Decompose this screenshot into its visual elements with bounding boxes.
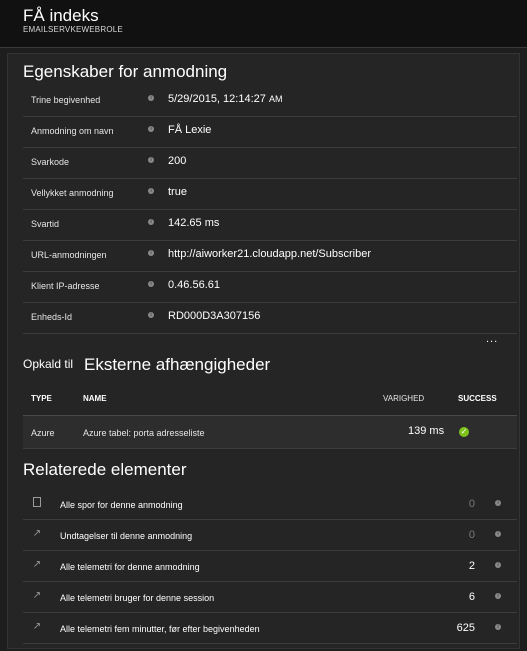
info-icon[interactable]: i [148,188,154,194]
property-label: Vellykket anmodning [31,188,114,198]
related-item-label: Alle spor for denne anmodning [60,500,183,510]
property-value: 0.46.56.61 [168,279,220,291]
info-icon[interactable]: i [148,157,154,163]
related-item-count: 0 [468,529,475,541]
property-label: Enheds-Id [31,312,73,322]
property-label: Svartid [31,219,60,229]
arrow-icon: ↗ [32,621,42,632]
column-header-type[interactable]: TYPE [31,394,52,403]
more-options-button[interactable]: ... [486,333,498,345]
related-item-count: 6 [468,591,475,603]
related-items-title: Relaterede elementer [23,460,187,479]
related-item-telemetry-session[interactable]: ↗ Alle telemetri bruger for denne sessio… [23,582,517,613]
property-label: Klient IP-adresse [31,281,100,291]
info-icon[interactable]: i [495,593,501,599]
related-item-traces[interactable]: Alle spor for denne anmodning 0 i [23,489,517,520]
dependency-type: Azure [31,428,55,438]
dependencies-title: Eksterne afhængigheder [84,355,271,374]
info-icon[interactable]: i [148,95,154,101]
info-icon[interactable]: i [148,126,154,132]
properties-title: Egenskaber for anmodning [23,62,228,81]
dependencies-table-header: TYPE NAME VARIGHED SUCCESS [23,385,517,416]
property-label: URL-anmodningen [31,250,107,260]
property-row-event-time: Trine begivenhed i 5/29/2015, 12:14:27 A… [23,86,517,117]
property-value[interactable]: http://aiworker21.cloudapp.net/Subscribe… [168,248,371,260]
info-icon[interactable]: i [148,281,154,287]
dependencies-prefix: Opkald til [23,357,74,371]
property-row-url: URL-anmodningen i http://aiworker21.clou… [23,241,517,272]
property-value: 142.65 ms [168,217,220,229]
info-icon[interactable]: i [148,250,154,256]
property-row-device-id: Enheds-Id i RD000D3A307156 [23,303,517,334]
arrow-icon: ↗ [32,559,42,570]
info-icon[interactable]: i [495,562,501,568]
page-title: FÅ indeks [23,6,99,25]
related-item-count: 625 [456,622,475,634]
column-header-duration[interactable]: VARIGHED [383,394,424,403]
related-item-count: 2 [468,560,475,572]
document-icon [31,497,43,509]
property-label: Svarkode [31,157,70,167]
arrow-icon: ↗ [32,590,42,601]
dependency-name: Azure tabel: porta adresseliste [83,428,205,438]
related-item-label: Alle telemetri for denne anmodning [60,562,200,572]
info-icon[interactable]: i [495,531,501,537]
property-row-client-ip: Klient IP-adresse i 0.46.56.61 [23,272,517,303]
related-item-telemetry-five-minutes[interactable]: ↗ Alle telemetri fem minutter, før efter… [23,613,517,644]
property-value: RD000D3A307156 [168,310,261,322]
success-check-icon: ✓ [459,427,469,437]
property-row-response-code: Svarkode i 200 [23,148,517,179]
related-item-count: 0 [468,498,475,510]
property-value: 200 [168,155,187,167]
info-icon[interactable]: i [148,219,154,225]
related-item-telemetry-request[interactable]: ↗ Alle telemetri for denne anmodning 2 i [23,551,517,582]
property-value: 5/29/2015, 12:14:27 AM [168,93,283,105]
property-label: Trine begivenhed [31,95,101,105]
arrow-icon: ↗ [32,528,42,539]
info-icon[interactable]: i [495,500,501,506]
blade-header: FÅ indeks EMAILSERVKEWEBROLE [0,0,527,48]
info-icon[interactable]: i [148,312,154,318]
property-value: true [168,186,187,198]
page-subtitle: EMAILSERVKEWEBROLE [23,25,123,34]
related-item-exceptions[interactable]: ↗ Undtagelser til denne anmodning 0 i [23,520,517,551]
column-header-name[interactable]: NAME [83,394,107,403]
dependency-duration: 139 ms [408,425,445,437]
related-item-label: Undtagelser til denne anmodning [60,531,193,541]
table-row[interactable]: Azure Azure tabel: porta adresseliste 13… [23,416,517,449]
related-item-label: Alle telemetri bruger for denne session [60,593,215,603]
property-row-request-name: Anmodning om navn i FÅ Lexie [23,117,517,148]
property-label: Anmodning om navn [31,126,114,136]
property-row-response-time: Svartid i 142.65 ms [23,210,517,241]
property-value: FÅ Lexie [168,124,212,136]
related-item-label: Alle telemetri fem minutter, før efter b… [60,624,260,634]
column-header-success[interactable]: SUCCESS [458,394,497,403]
info-icon[interactable]: i [495,624,501,630]
property-row-successful-request: Vellykket anmodning i true [23,179,517,210]
